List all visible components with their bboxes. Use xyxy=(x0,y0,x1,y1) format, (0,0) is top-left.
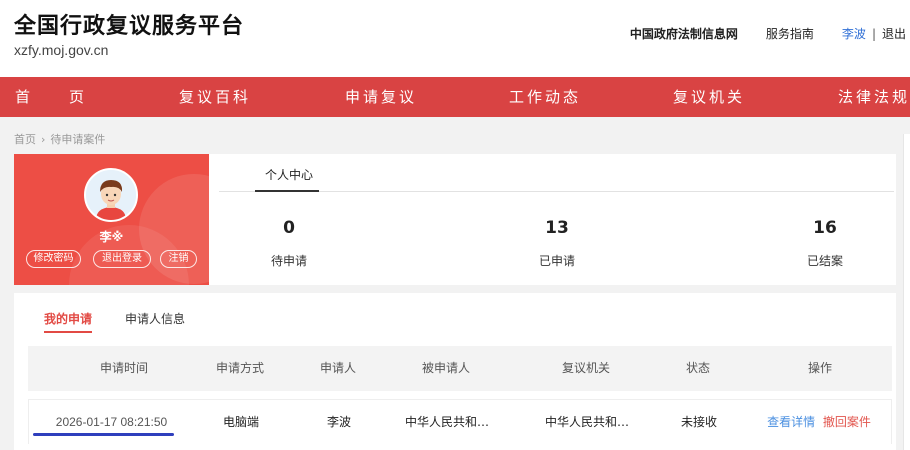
nav-item-encyclopedia[interactable]: 复议百科 xyxy=(179,77,251,117)
table-header: 申请时间 申请方式 申请人 被申请人 复议机关 状态 操作 xyxy=(28,346,892,391)
stat-closed-label: 已结案 xyxy=(806,254,843,268)
time-underline-annotation xyxy=(33,433,174,436)
tab-active-indicator xyxy=(44,331,92,333)
main-nav: 首 页 复议百科 申请复议 工作动态 复议机关 法律法规 xyxy=(0,77,910,117)
application-list-panel: 我的申请 申请人信息 申请时间 申请方式 申请人 被申请人 复议机关 状态 操作… xyxy=(14,293,896,450)
nav-item-home[interactable]: 首 页 xyxy=(15,77,87,117)
cell-status: 未接收 xyxy=(680,415,717,429)
stat-applied-value[interactable]: 13 xyxy=(517,218,597,238)
nav-item-news[interactable]: 工作动态 xyxy=(509,77,581,117)
tab-divider xyxy=(219,191,894,192)
stat-pending-value[interactable]: 0 xyxy=(249,218,329,238)
cell-respondent: 中华人民共和… xyxy=(404,415,489,429)
breadcrumb-current: 待申请案件 xyxy=(50,133,106,146)
column-header-status: 状态 xyxy=(685,361,710,375)
cell-time: 2026-01-17 08:21:50 xyxy=(55,415,168,429)
cell-method: 电脑端 xyxy=(222,415,259,429)
site-header: 全国行政复议服务平台 xzfy.moj.gov.cn 中国政府法制信息网 服务指… xyxy=(0,0,910,77)
nav-item-apply[interactable]: 申请复议 xyxy=(345,77,417,117)
stat-pending-label: 待申请 xyxy=(270,254,307,268)
site-domain: xzfy.moj.gov.cn xyxy=(14,42,109,58)
nav-item-agencies[interactable]: 复议机关 xyxy=(673,77,745,117)
column-header-actions: 操作 xyxy=(807,361,832,375)
site-title[interactable]: 全国行政复议服务平台 xyxy=(14,8,244,40)
logout-button[interactable]: 退出登录 xyxy=(93,250,151,268)
deregister-button[interactable]: 注销 xyxy=(160,250,197,268)
tab-active-indicator xyxy=(255,190,319,192)
profile-name: 李※ xyxy=(99,230,124,244)
cell-applicant: 李波 xyxy=(326,415,351,429)
column-header-applicant: 申请人 xyxy=(319,361,356,375)
avatar xyxy=(84,168,138,222)
stat-closed-value[interactable]: 16 xyxy=(785,218,865,238)
user-name-link[interactable]: 李波 xyxy=(842,25,866,42)
nav-item-laws[interactable]: 法律法规 xyxy=(838,77,910,117)
tab-my-applications[interactable]: 我的申请 xyxy=(44,310,92,327)
column-header-respondent: 被申请人 xyxy=(421,361,470,375)
header-separator: | xyxy=(871,26,876,41)
column-header-agency: 复议机关 xyxy=(561,361,610,375)
cell-agency: 中华人民共和… xyxy=(544,415,629,429)
logout-link[interactable]: 退出 xyxy=(882,25,906,42)
withdraw-case-link[interactable]: 撤回案件 xyxy=(823,415,871,429)
legal-network-link[interactable]: 中国政府法制信息网 xyxy=(630,25,738,42)
tab-applicant-info[interactable]: 申请人信息 xyxy=(125,310,185,327)
stats-panel: 个人中心 0 待申请 13 已申请 16 已结案 xyxy=(209,154,896,285)
view-details-link[interactable]: 查看详情 xyxy=(767,415,815,429)
breadcrumb-arrow: › xyxy=(41,133,46,146)
header-links: 中国政府法制信息网 服务指南 李波 | 退出 xyxy=(602,25,906,42)
cell-actions: 查看详情 撤回案件 xyxy=(754,400,884,445)
table-row: 2026-01-17 08:21:50 电脑端 李波 中华人民共和… 中华人民共… xyxy=(28,399,892,444)
side-panel-edge xyxy=(903,134,910,450)
service-guide-link[interactable]: 服务指南 xyxy=(766,25,814,42)
column-header-method: 申请方式 xyxy=(215,361,264,375)
tab-personal-center[interactable]: 个人中心 xyxy=(265,166,313,183)
change-password-button[interactable]: 修改密码 xyxy=(26,250,81,268)
stat-applied-label: 已申请 xyxy=(538,254,575,268)
column-header-time: 申请时间 xyxy=(99,361,148,375)
avatar-illustration-icon xyxy=(86,170,136,220)
breadcrumb-home[interactable]: 首页 xyxy=(14,133,36,146)
breadcrumb: 首页 › 待申请案件 xyxy=(14,131,105,147)
profile-card: 李※ 修改密码 退出登录 注销 xyxy=(14,154,209,285)
